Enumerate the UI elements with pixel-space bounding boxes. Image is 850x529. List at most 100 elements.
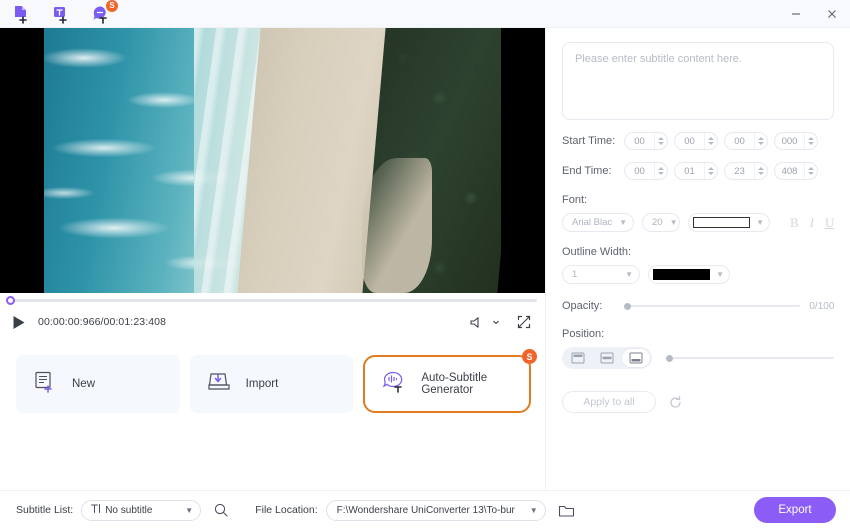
new-subtitle-file-icon[interactable] (10, 3, 32, 25)
subtitle-editor-window: S 00:00:00:966/00:01:23:408 New Import A… (0, 0, 850, 529)
start-seconds-arrows[interactable] (754, 133, 767, 149)
end-hours-arrows[interactable] (654, 163, 667, 179)
titlebar-tool-icons: S (10, 0, 118, 25)
titlebar: S (0, 0, 850, 28)
editor-body: 00:00:00:966/00:01:23:408 New Import Aut… (0, 28, 850, 490)
start-millis-value: 000 (781, 135, 798, 147)
search-icon[interactable] (213, 502, 229, 518)
speech-waveform-icon (381, 369, 407, 400)
start-hours-value: 00 (634, 135, 645, 147)
video-frame (44, 28, 501, 293)
outline-color-swatch (653, 269, 711, 280)
add-text-track-icon[interactable] (50, 3, 72, 25)
opacity-slider[interactable] (624, 302, 801, 310)
end-hours-stepper[interactable]: 00 (624, 162, 668, 180)
position-top-button[interactable] (564, 349, 592, 367)
chevron-down-icon: ▼ (529, 505, 538, 515)
apply-to-all-button[interactable]: Apply to all (562, 391, 656, 413)
video-preview[interactable] (0, 28, 545, 293)
start-time-row: Start Time: 00 00 00 000 (562, 132, 834, 150)
opacity-value: 0/100 (809, 300, 835, 312)
start-seconds-value: 00 (734, 135, 745, 147)
end-time-group: 00 01 23 408 (624, 162, 818, 180)
close-button[interactable] (814, 0, 850, 28)
new-subtitle-card-label: New (72, 378, 96, 390)
subtitle-list-select[interactable]: No subtitle ▼ (81, 499, 202, 521)
preview-pane: 00:00:00:966/00:01:23:408 New Import Aut… (0, 28, 545, 490)
auto-subtitle-badge: S (106, 0, 118, 12)
speaker-icon[interactable] (470, 316, 485, 329)
start-minutes-arrows[interactable] (704, 133, 717, 149)
subtitle-list-value: No subtitle (105, 504, 153, 516)
file-location-value: F:\Wondershare UniConverter 13\To-bur (336, 504, 515, 516)
subtitle-text-input[interactable] (562, 42, 835, 120)
fullscreen-icon[interactable] (517, 315, 531, 329)
font-size-select[interactable]: 20 ▼ (642, 213, 680, 232)
position-label: Position: (562, 328, 605, 340)
outline-width-value: 1 (572, 269, 578, 280)
action-cards: New Import Auto-Subtitle Generator S (0, 337, 545, 413)
seek-handle[interactable] (6, 295, 15, 305)
end-minutes-stepper[interactable]: 01 (674, 162, 718, 180)
seek-bar[interactable] (0, 293, 545, 307)
position-controls-row (562, 347, 835, 369)
position-offset-slider[interactable] (666, 354, 835, 362)
folder-icon[interactable] (558, 503, 575, 518)
font-family-value: Arial Blac (572, 217, 613, 228)
start-minutes-stepper[interactable]: 00 (674, 132, 718, 150)
new-document-icon (32, 369, 58, 400)
text-style-buttons: B I U (790, 216, 834, 229)
import-tray-icon (206, 369, 232, 400)
reset-icon[interactable] (668, 395, 683, 410)
chevron-down-icon: ▼ (619, 217, 628, 227)
italic-button[interactable]: I (810, 216, 814, 229)
end-seconds-value: 23 (734, 165, 745, 177)
end-seconds-arrows[interactable] (754, 163, 767, 179)
font-color-swatch (693, 217, 751, 228)
new-subtitle-card[interactable]: New (16, 355, 180, 413)
opacity-row: Opacity: 0/100 (562, 300, 834, 312)
auto-subtitle-generator-card[interactable]: Auto-Subtitle Generator S (363, 349, 538, 413)
footer-bar: Subtitle List: No subtitle ▼ File Locati… (0, 490, 850, 529)
subtitle-properties-panel: Start Time: 00 00 00 000 (545, 28, 850, 490)
font-color-select[interactable]: ▼ (688, 213, 770, 232)
file-location-select[interactable]: F:\Wondershare UniConverter 13\To-bur ▼ (325, 499, 546, 521)
start-hours-arrows[interactable] (654, 133, 667, 149)
auto-subtitle-icon[interactable]: S (90, 0, 118, 25)
start-millis-arrows[interactable] (804, 133, 817, 149)
start-millis-stepper[interactable]: 000 (774, 132, 818, 150)
start-hours-stepper[interactable]: 00 (624, 132, 668, 150)
chevron-down-icon: ▼ (185, 505, 194, 515)
outline-width-select[interactable]: 1 ▼ (562, 265, 640, 284)
opacity-slider-handle[interactable] (624, 302, 631, 310)
play-button[interactable] (12, 315, 26, 330)
outline-color-select[interactable]: ▼ (648, 265, 730, 284)
volume-dropdown-chevron-icon[interactable] (491, 317, 501, 327)
minimize-button[interactable] (778, 0, 814, 28)
underline-button[interactable]: U (825, 216, 834, 229)
player-controls: 00:00:00:966/00:01:23:408 (0, 307, 545, 337)
import-subtitle-card-label: Import (245, 378, 279, 390)
seek-track[interactable] (6, 295, 537, 305)
position-offset-handle[interactable] (666, 354, 673, 362)
bold-button[interactable]: B (790, 216, 799, 229)
font-controls-row: Arial Blac ▼ 20 ▼ ▼ B I U (562, 213, 834, 232)
end-millis-stepper[interactable]: 408 (774, 162, 818, 180)
file-location-label: File Location: (255, 504, 318, 516)
end-millis-arrows[interactable] (804, 163, 817, 179)
chevron-down-icon: ▼ (669, 217, 678, 227)
export-button[interactable]: Export (754, 497, 836, 523)
end-time-row: End Time: 00 01 23 408 (562, 162, 834, 180)
end-minutes-arrows[interactable] (704, 163, 717, 179)
position-bottom-button[interactable] (622, 349, 650, 367)
auto-subtitle-generator-badge: S (522, 349, 538, 364)
opacity-slider-line: 0/100 (624, 301, 834, 312)
position-middle-button[interactable] (593, 349, 621, 367)
font-family-select[interactable]: Arial Blac ▼ (562, 213, 634, 232)
auto-subtitle-generator-card-label: Auto-Subtitle Generator (421, 372, 488, 396)
start-seconds-stepper[interactable]: 00 (724, 132, 768, 150)
import-subtitle-card[interactable]: Import (189, 355, 354, 413)
end-seconds-stepper[interactable]: 23 (724, 162, 768, 180)
subtitle-list-label: Subtitle List: (16, 504, 74, 516)
start-time-group: 00 00 00 000 (624, 132, 818, 150)
